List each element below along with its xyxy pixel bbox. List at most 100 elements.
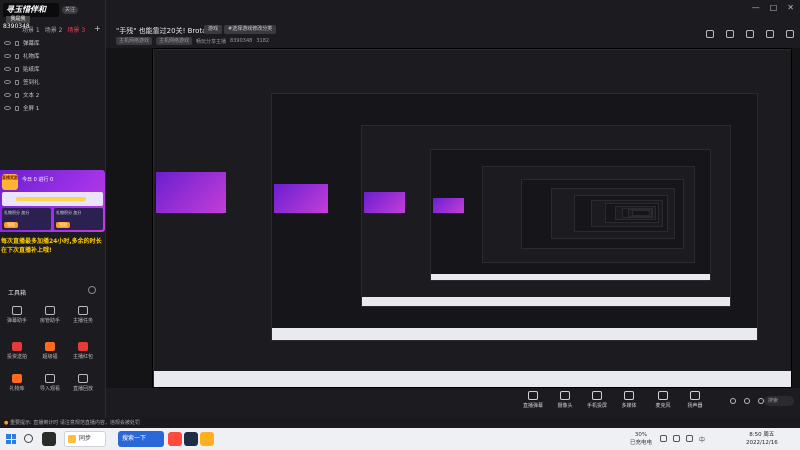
app-icon-red[interactable] (168, 432, 182, 446)
taskbar-clock[interactable]: 8:50 周五 2022/12/16 (746, 431, 778, 447)
live-reward-banner[interactable]: 直播奖励 今日 0 进行 0 礼物积分 加分 领取 礼物积分 加分 领取 (0, 170, 105, 232)
app-logo: 寻玉惜伴和 (3, 3, 59, 17)
lock-icon[interactable] (726, 30, 734, 38)
layer-label: 全屏 1 (23, 106, 40, 112)
eye-icon[interactable] (4, 106, 11, 110)
lock-icon[interactable] (15, 40, 19, 46)
toolbox-item[interactable]: 房管助手 (37, 306, 63, 324)
search-icon[interactable] (24, 434, 33, 443)
eye-icon[interactable] (4, 67, 11, 71)
eye-icon[interactable] (4, 93, 11, 97)
language-indicator[interactable]: 中 (699, 435, 705, 444)
claim-button[interactable]: 领取 (56, 222, 70, 228)
mirror-promo (156, 172, 227, 214)
layer-label: 文本 2 (23, 93, 40, 99)
minimize-button[interactable]: — (752, 3, 760, 12)
subline-chip[interactable]: 主机网络游戏 (116, 37, 153, 45)
scene-tab-3[interactable]: 场景 3 (67, 25, 85, 34)
control-icon (592, 391, 602, 400)
toolbox-item[interactable]: 超级福 (37, 342, 63, 360)
tool-icon (78, 306, 88, 315)
app-icon-yellow[interactable] (200, 432, 214, 446)
stream-preview[interactable] (152, 48, 792, 388)
control-label: 麦克风 (655, 403, 671, 409)
edit-category-tag[interactable]: #选择游戏修改分类 (224, 25, 277, 34)
reward-badge: 直播奖励 (2, 174, 18, 190)
toolbox-item[interactable]: 主播红包 (70, 342, 96, 360)
claim-button[interactable]: 领取 (4, 222, 18, 228)
tool-label: 投资送拍 (6, 354, 27, 360)
settings-icon[interactable] (766, 30, 774, 38)
layer-item[interactable]: 弹幕库 (4, 38, 102, 48)
control-label: 直播弹幕 (522, 403, 543, 409)
layer-item[interactable]: 全屏 1 (4, 103, 102, 113)
control-label: 手机投屏 (586, 403, 607, 409)
lock-icon[interactable] (15, 105, 19, 111)
maximize-button[interactable]: □ (770, 3, 778, 12)
subline-stat: 畅玩分享主播 (196, 38, 227, 45)
control-button[interactable]: 摄像头 (548, 391, 582, 409)
tool-icon (45, 342, 55, 351)
layer-item[interactable]: 礼物库 (4, 51, 102, 61)
eye-icon[interactable] (4, 54, 11, 58)
layer-label: 礼物库 (23, 54, 40, 60)
taskbar-app-sync[interactable]: 同步 (64, 431, 106, 447)
control-button[interactable]: 直播弹幕 (516, 391, 550, 409)
windows-start-icon[interactable] (6, 434, 16, 444)
tray-icon[interactable] (660, 435, 667, 442)
edit-icon[interactable] (746, 30, 754, 38)
mirror-taskbar (362, 296, 731, 306)
taskbar-search-box[interactable]: 搜索一下 (118, 431, 164, 447)
control-button[interactable]: 多媒体 (612, 391, 646, 409)
tool-icon (45, 306, 55, 315)
toolbox-item[interactable]: 弹幕助手 (4, 306, 30, 324)
toolbox-item[interactable]: 主播任务 (70, 306, 96, 324)
subline-chip[interactable]: 主机网络游戏 (156, 37, 193, 45)
option-icon[interactable] (744, 398, 750, 404)
battery-status[interactable]: 30% 已充电电 (630, 431, 652, 447)
stream-title[interactable]: "手残" 也能靠过20关! Brotato! (116, 26, 216, 36)
toolbox-item[interactable]: 礼物库 (4, 374, 30, 392)
eye-icon[interactable] (4, 80, 11, 84)
broadcast-overlay-note: 每次直播最多加播24小时,多余的时长在下次直播补上哦! (1, 238, 102, 254)
tool-label: 主播任务 (72, 318, 93, 324)
menu-icon[interactable] (786, 30, 794, 38)
add-scene-button[interactable]: + (94, 24, 101, 33)
scene-tab-2[interactable]: 场景 2 (45, 25, 63, 34)
network-icon[interactable] (673, 435, 680, 442)
control-button[interactable]: 扬声器 (678, 391, 712, 409)
close-button[interactable]: ✕ (787, 3, 794, 12)
lock-icon[interactable] (15, 66, 19, 72)
notice-bar: ● 重要提示: 直播倒计时 请注意规范直播内容，违规会被处罚 (0, 418, 800, 428)
control-button[interactable]: 麦克风 (646, 391, 680, 409)
lock-icon[interactable] (15, 79, 19, 85)
category-tag[interactable]: 游戏 (204, 25, 223, 34)
eye-icon[interactable] (4, 41, 11, 45)
controls-search[interactable]: 搜索 (764, 396, 794, 406)
subline-stat: 8390348 (230, 38, 253, 44)
reward-progress-fill (16, 197, 86, 201)
subline-stat: 3182 (256, 38, 270, 44)
lock-icon[interactable] (15, 92, 19, 98)
task-view-icon[interactable] (42, 432, 56, 446)
toolbox-item[interactable]: 直播回放 (70, 374, 96, 392)
scene-tab-1[interactable]: 场景 1 (22, 25, 40, 34)
option-icon[interactable] (730, 398, 736, 404)
layer-item[interactable]: 签到礼 (4, 77, 102, 87)
volume-icon[interactable] (686, 435, 693, 442)
stream-subline: 主机网络游戏 主机网络游戏 畅玩分享主播 8390348 3182 (116, 37, 269, 45)
toolbox-item[interactable]: 投资送拍 (4, 342, 30, 360)
lock-icon[interactable] (15, 53, 19, 59)
layer-item[interactable]: 贴纸库 (4, 64, 102, 74)
control-button[interactable]: 手机投屏 (580, 391, 614, 409)
layout-icon[interactable] (706, 30, 714, 38)
logo-subtitle: 我是我 (6, 16, 30, 23)
control-label: 摄像头 (557, 403, 573, 409)
tool-label: 礼物库 (9, 386, 25, 392)
layer-item[interactable]: 文本 2 (4, 90, 102, 100)
collapse-icon[interactable] (88, 286, 96, 294)
steam-icon[interactable] (184, 432, 198, 446)
reward-cards: 礼物积分 加分 领取 礼物积分 加分 领取 (2, 208, 103, 230)
follow-tag[interactable]: 关注 (62, 6, 79, 14)
toolbox-item[interactable]: 导入观看 (37, 374, 63, 392)
